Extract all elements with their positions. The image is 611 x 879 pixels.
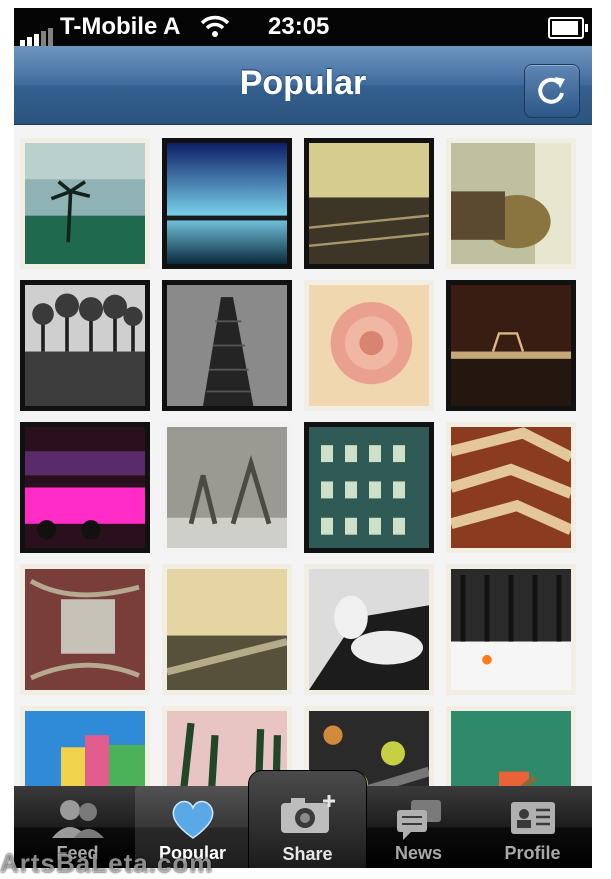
navigation-bar: Popular xyxy=(14,46,592,125)
tab-label: Profile xyxy=(504,843,561,863)
watermark: ArtsBaLeta.com xyxy=(0,848,214,878)
photo-thumbnail[interactable] xyxy=(20,280,150,411)
id-card-icon xyxy=(510,802,555,834)
photo-thumbnail[interactable] xyxy=(304,280,434,411)
signal-strength-icon xyxy=(20,18,55,46)
tab-profile[interactable]: Profile xyxy=(475,786,590,868)
photo-thumbnail[interactable] xyxy=(162,422,292,553)
photo-thumbnail[interactable] xyxy=(162,138,292,269)
tab-label: Share xyxy=(282,844,333,864)
photo-thumbnail[interactable] xyxy=(304,138,434,269)
photo-thumbnail[interactable] xyxy=(304,422,434,553)
camera-plus-icon xyxy=(280,795,335,833)
photo-thumbnail[interactable] xyxy=(20,422,150,553)
photo-thumbnail[interactable] xyxy=(20,138,150,269)
speech-bubbles-icon xyxy=(396,800,441,840)
tab-news[interactable]: News xyxy=(361,786,476,868)
photo-thumbnail[interactable] xyxy=(446,280,576,411)
refresh-icon xyxy=(538,77,565,104)
photo-thumbnail[interactable] xyxy=(162,280,292,411)
heart-icon xyxy=(172,800,213,839)
carrier-name: T-Mobile A xyxy=(60,13,181,40)
phone-screen: T-Mobile A 23:05 Popular Feed Popular Sh… xyxy=(14,8,592,868)
tab-label: News xyxy=(394,843,443,863)
popular-photo-grid xyxy=(14,126,592,837)
tab-share[interactable]: Share xyxy=(248,770,367,868)
page-title: Popular xyxy=(239,64,367,102)
status-bar: T-Mobile A 23:05 xyxy=(14,8,592,46)
photo-thumbnail[interactable] xyxy=(304,564,434,695)
photo-thumbnail[interactable] xyxy=(446,138,576,269)
people-icon xyxy=(51,800,104,838)
battery-icon xyxy=(548,17,588,39)
photo-thumbnail[interactable] xyxy=(446,422,576,553)
photo-thumbnail[interactable] xyxy=(20,564,150,695)
wifi-icon xyxy=(200,15,230,37)
photo-thumbnail[interactable] xyxy=(446,564,576,695)
refresh-button[interactable] xyxy=(524,64,580,118)
clock: 23:05 xyxy=(268,13,330,40)
photo-thumbnail[interactable] xyxy=(162,564,292,695)
